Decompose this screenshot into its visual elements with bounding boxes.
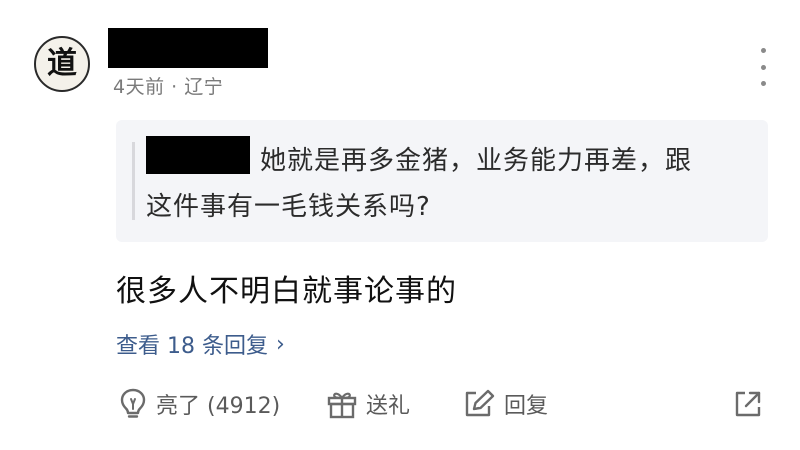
edit-reply-icon <box>465 389 495 417</box>
view-replies-label: 查看 18 条回复 <box>116 334 268 359</box>
action-bar: 亮了 (4912) 送礼 回复 <box>116 384 772 424</box>
quoted-username-redacted <box>146 136 250 174</box>
share-button[interactable] <box>732 384 764 424</box>
comment-meta: 4天前 · 辽宁 <box>113 76 224 98</box>
comment-body: 很多人不明白就事论事的 <box>116 274 457 309</box>
more-vertical-icon <box>760 48 766 53</box>
lightbulb-icon <box>120 388 146 418</box>
gift-button[interactable]: 送礼 <box>326 384 410 424</box>
username-redacted <box>108 28 268 68</box>
reply-label: 回复 <box>504 394 549 419</box>
gift-label: 送礼 <box>366 394 411 419</box>
more-options-button[interactable] <box>752 48 774 86</box>
quoted-comment[interactable]: 她就是再多金猪，业务能力再差，跟 这件事有一毛钱关系吗? <box>116 120 768 242</box>
avatar-glyph: 道 <box>47 46 77 81</box>
chevron-right-icon: › <box>275 331 285 357</box>
gift-icon <box>327 392 357 419</box>
share-icon <box>735 391 761 417</box>
reply-button[interactable]: 回复 <box>462 384 548 424</box>
quote-text-line2: 这件事有一毛钱关系吗? <box>146 192 431 222</box>
like-label: 亮了 (4912) <box>156 394 281 419</box>
quote-text-line1: 她就是再多金猪，业务能力再差，跟 <box>260 146 693 176</box>
view-replies-link[interactable]: 查看 18 条回复 › <box>116 328 285 360</box>
like-button[interactable]: 亮了 (4912) <box>118 384 280 424</box>
avatar[interactable]: 道 <box>34 36 90 92</box>
quote-bar <box>132 142 135 220</box>
